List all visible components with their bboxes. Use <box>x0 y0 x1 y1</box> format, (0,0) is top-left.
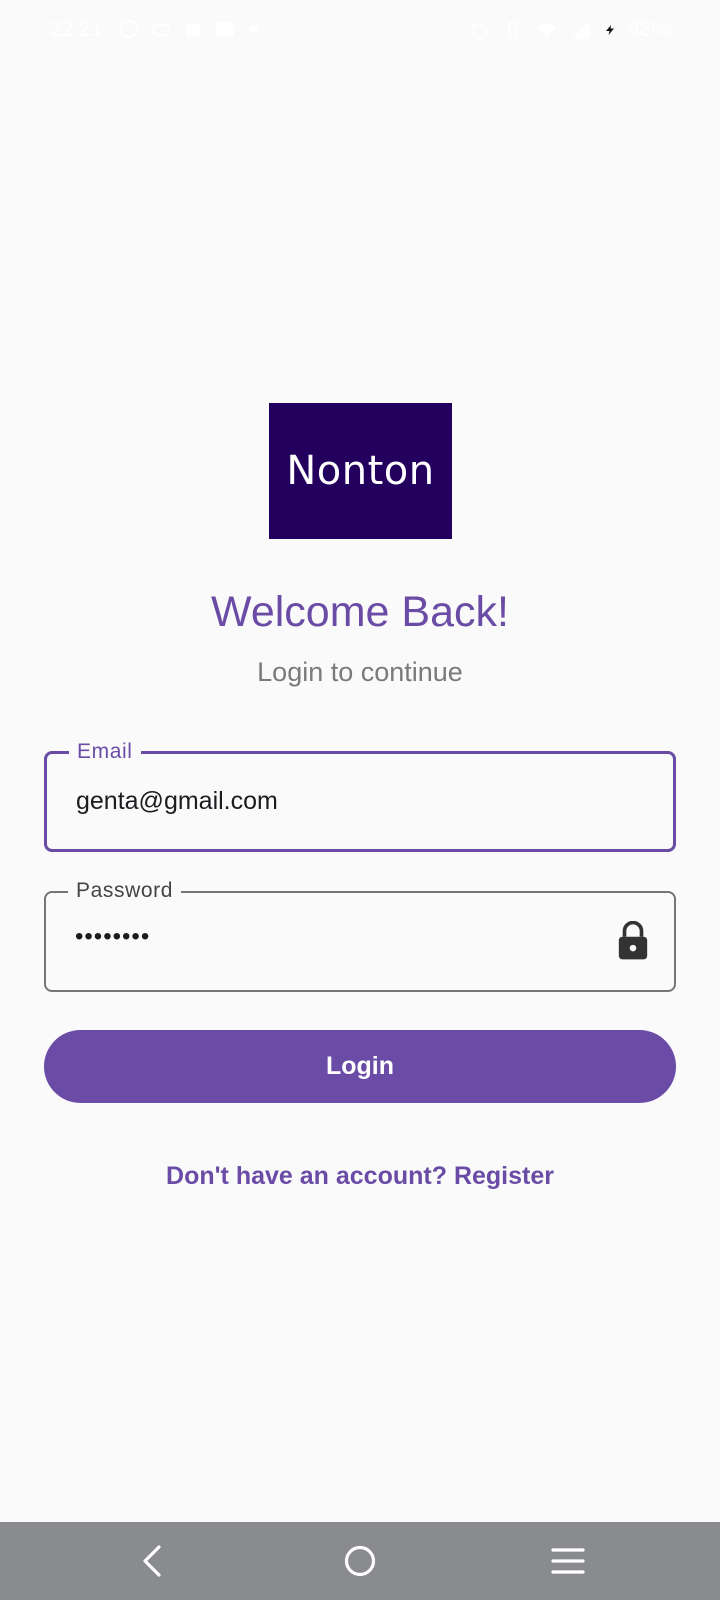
register-link[interactable]: Don't have an account? Register <box>0 1162 720 1191</box>
app-logo: Nonton <box>269 403 452 539</box>
battery-level: 93% <box>627 18 670 41</box>
email-input[interactable]: genta@gmail.com <box>76 787 278 816</box>
lock-icon[interactable] <box>616 921 650 961</box>
logo-text: Nonton <box>286 448 435 494</box>
notification-icons <box>118 18 258 40</box>
charging-icon <box>605 25 614 35</box>
robot-icon <box>152 23 170 37</box>
signal-icon <box>571 20 591 40</box>
password-label: Password <box>68 878 182 904</box>
password-field[interactable]: Password •••••••• <box>44 878 676 992</box>
menu-icon <box>551 1548 585 1574</box>
more-notifications-icon <box>250 25 258 33</box>
status-bar: 22:21 93% <box>0 0 720 60</box>
back-button[interactable] <box>130 1539 174 1583</box>
back-icon <box>143 1545 161 1577</box>
whatsapp-icon <box>119 19 139 39</box>
wifi-icon <box>537 23 557 39</box>
status-time: 22:21 <box>50 18 103 41</box>
bag-icon <box>185 24 201 37</box>
recents-button[interactable] <box>546 1539 590 1583</box>
email-label: Email <box>69 739 141 765</box>
vibrate-icon <box>508 21 518 39</box>
navigation-bar <box>0 1522 720 1600</box>
mail-icon <box>215 21 235 37</box>
password-input[interactable]: •••••••• <box>75 923 150 951</box>
page-subtitle: Login to continue <box>257 657 463 687</box>
email-field[interactable]: Email genta@gmail.com <box>44 739 676 852</box>
alarm-icon <box>470 22 488 40</box>
home-icon <box>344 1545 376 1577</box>
home-button[interactable] <box>338 1539 382 1583</box>
system-icons: 93% <box>468 18 670 42</box>
login-button[interactable]: Login <box>44 1030 676 1103</box>
page-title: Welcome Back! <box>211 588 509 636</box>
